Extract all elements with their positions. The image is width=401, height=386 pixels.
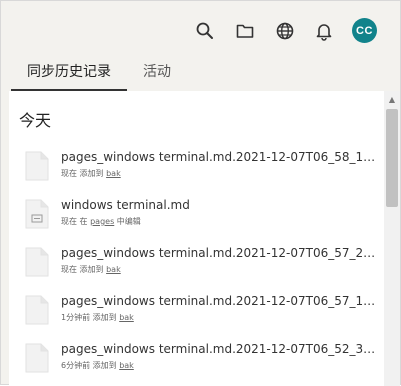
item-time: 现在 — [61, 169, 77, 178]
folder-link[interactable]: bak — [106, 169, 121, 178]
top-toolbar: CC — [1, 1, 400, 59]
item-meta: 1分钟前 添加到 bak — [61, 312, 134, 324]
item-action: 添加到 — [79, 169, 104, 178]
file-icon — [25, 151, 49, 181]
item-action: 在 — [79, 217, 88, 226]
search-icon[interactable] — [193, 19, 217, 43]
scrollbar-thumb[interactable] — [386, 109, 398, 207]
item-time: 6分钟前 — [61, 361, 91, 370]
item-meta: 6分钟前 添加到 bak — [61, 360, 134, 372]
folder-link[interactable]: bak — [119, 361, 134, 370]
item-action: 添加到 — [92, 361, 117, 370]
tab-activity[interactable]: 活动 — [129, 59, 185, 91]
globe-icon[interactable] — [273, 19, 297, 43]
markdown-file-icon — [25, 199, 49, 229]
section-title-today: 今天 — [19, 111, 52, 130]
list-item[interactable]: pages_windows terminal.md.2021-12-07T06_… — [23, 293, 383, 337]
scroll-up-arrow-icon[interactable]: ▲ — [384, 91, 400, 107]
item-meta: 现在 在 pages 中编辑 — [61, 216, 141, 228]
folder-link[interactable]: pages — [90, 217, 114, 226]
bell-icon[interactable] — [312, 19, 336, 43]
item-action: 添加到 — [92, 313, 117, 322]
item-action: 添加到 — [79, 265, 104, 274]
vertical-scrollbar[interactable]: ▲ — [384, 91, 400, 386]
tab-sync-history[interactable]: 同步历史记录 — [11, 59, 127, 91]
item-title: pages_windows terminal.md.2021-12-07T06_… — [61, 342, 376, 356]
list-item[interactable]: pages_windows terminal.md.2021-12-07T06_… — [23, 149, 383, 193]
history-list: 今天 pages_windows terminal.md.2021-12-07T… — [9, 91, 384, 386]
list-item[interactable]: pages_windows terminal.md.2021-12-07T06_… — [23, 341, 383, 385]
file-icon — [25, 247, 49, 277]
item-meta: 现在 添加到 bak — [61, 168, 121, 180]
file-icon — [25, 343, 49, 373]
item-title: pages_windows terminal.md.2021-12-07T06_… — [61, 150, 376, 164]
item-title: pages_windows terminal.md.2021-12-07T06_… — [61, 246, 376, 260]
file-icon — [25, 295, 49, 325]
sync-panel: CC 同步历史记录 活动 今天 pages_windows terminal.m… — [0, 0, 401, 386]
item-meta: 现在 添加到 bak — [61, 264, 121, 276]
folder-link[interactable]: bak — [106, 265, 121, 274]
item-title: pages_windows terminal.md.2021-12-07T06_… — [61, 294, 376, 308]
folder-icon[interactable] — [233, 19, 257, 43]
list-item[interactable]: pages_windows terminal.md.2021-12-07T06_… — [23, 245, 383, 289]
item-time: 1分钟前 — [61, 313, 91, 322]
item-time: 现在 — [61, 217, 77, 226]
item-time: 现在 — [61, 265, 77, 274]
item-title: windows terminal.md — [61, 198, 190, 212]
avatar[interactable]: CC — [352, 18, 377, 43]
item-suffix: 中编辑 — [116, 217, 141, 226]
folder-link[interactable]: bak — [119, 313, 134, 322]
list-item[interactable]: windows terminal.md 现在 在 pages 中编辑 — [23, 197, 383, 241]
